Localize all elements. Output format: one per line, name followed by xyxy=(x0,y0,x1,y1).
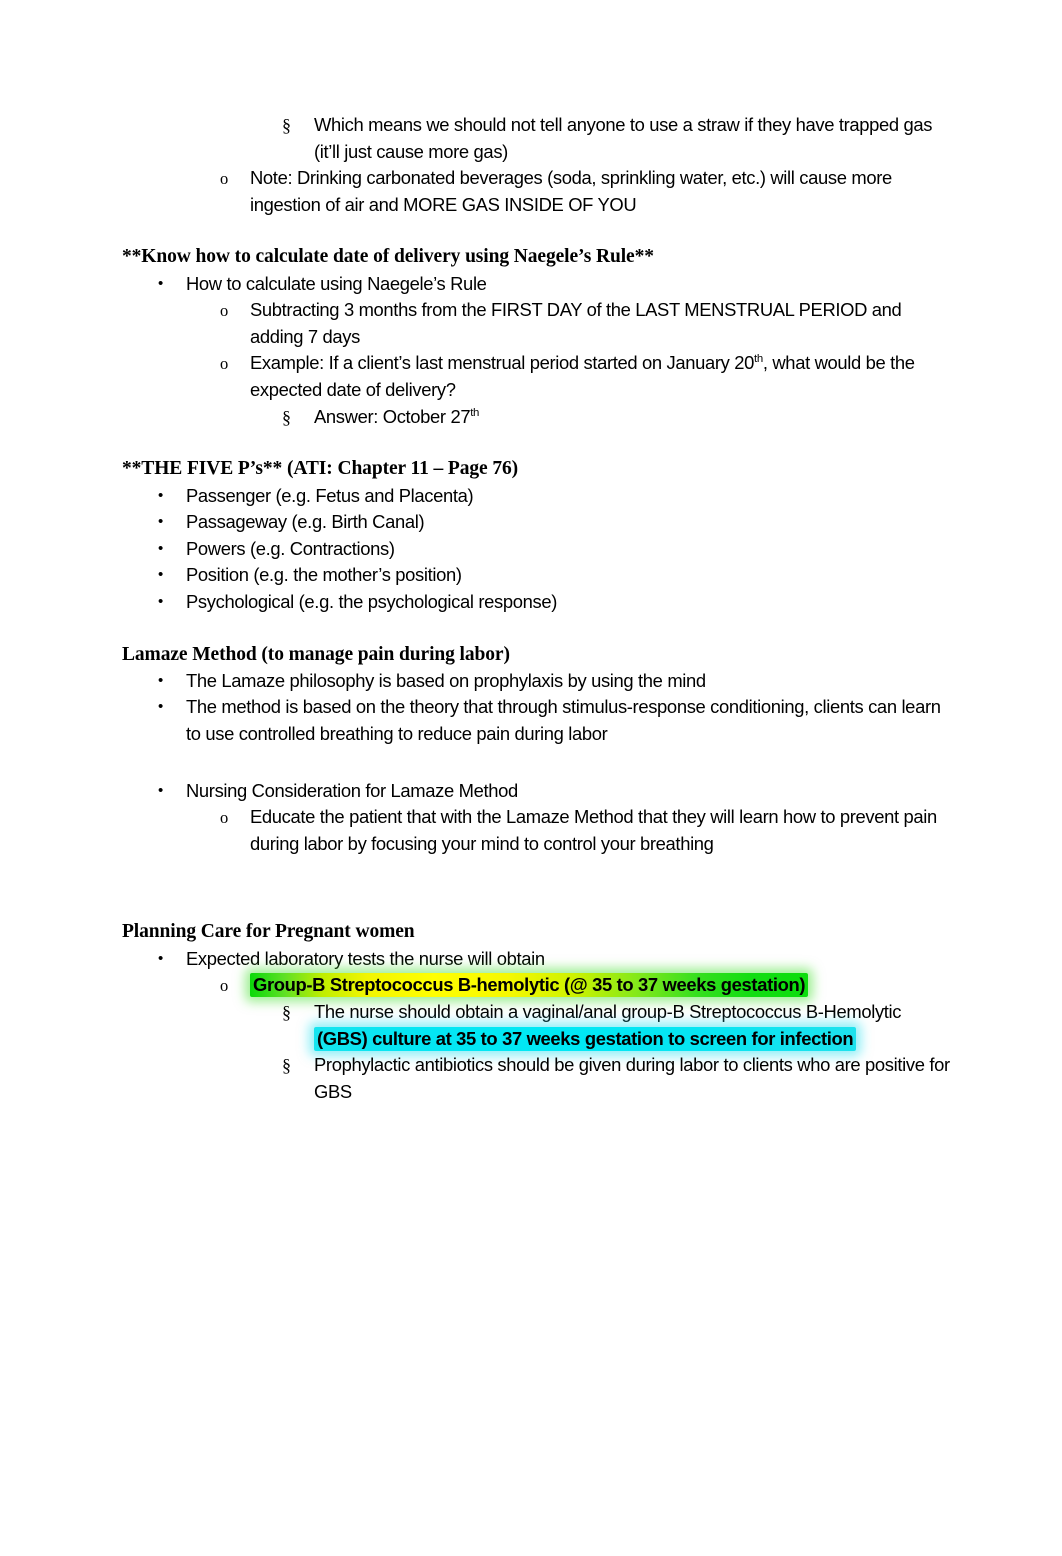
list-item: o Educate the patient that with the Lama… xyxy=(122,804,952,857)
circle-marker: o xyxy=(220,808,228,828)
list-item-text: The nurse should obtain a vaginal/anal g… xyxy=(314,999,952,1052)
section-heading: Lamaze Method (to manage pain during lab… xyxy=(122,643,510,665)
text-part: The nurse should obtain a vaginal/anal g… xyxy=(314,1000,902,1022)
list-item-text: Educate the patient that with the Lamaze… xyxy=(250,806,937,854)
bullet-marker: • xyxy=(158,513,163,531)
bullet-marker: • xyxy=(158,539,163,557)
bullet-marker: • xyxy=(158,566,163,584)
circle-marker: o xyxy=(220,354,228,374)
list-item-highlighted: § The nurse should obtain a vaginal/anal… xyxy=(122,999,952,1052)
section-heading: **THE FIVE P’s** (ATI: Chapter 11 – Page… xyxy=(122,458,519,480)
list-item: o Subtracting 3 months from the FIRST DA… xyxy=(122,297,952,350)
ordinal-suffix: th xyxy=(470,406,480,419)
block-five-ps: **THE FIVE P’s** (ATI: Chapter 11 – Page… xyxy=(122,456,952,615)
list-item: • Powers (e.g. Contractions) xyxy=(122,536,952,563)
bullet-marker: • xyxy=(158,592,163,610)
circle-marker: o xyxy=(220,301,228,321)
list-item-text: The Lamaze philosophy is based on prophy… xyxy=(186,669,706,691)
list-item-text: Group-B Streptococcus B-hemolytic (@ 35 … xyxy=(250,972,952,999)
list-item: § Which means we should not tell anyone … xyxy=(122,112,952,165)
highlight-green: Group-B Streptococcus B-hemolytic (@ 35 … xyxy=(250,973,809,998)
list-item-text: The method is based on the theory that t… xyxy=(186,696,941,745)
list-item-text: Passageway (e.g. Birth Canal) xyxy=(186,511,425,533)
list-item-text: Example: If a client’s last menstrual pe… xyxy=(250,350,952,403)
list-item-text: Expected laboratory tests the nurse will… xyxy=(186,947,545,969)
section-marker: § xyxy=(282,406,291,427)
list-item: o Example: If a client’s last menstrual … xyxy=(122,350,952,403)
list-item-text: Subtracting 3 months from the FIRST DAY … xyxy=(250,299,902,347)
list-item-text: Note: Drinking carbonated beverages (sod… xyxy=(250,167,892,215)
list-item: • The Lamaze philosophy is based on prop… xyxy=(122,668,952,695)
block-straw-note: § Which means we should not tell anyone … xyxy=(122,112,952,218)
section-heading: **Know how to calculate date of delivery… xyxy=(122,246,654,268)
section-heading: Planning Care for Pregnant women xyxy=(122,921,415,943)
list-item-text: How to calculate using Naegele’s Rule xyxy=(186,272,487,294)
ordinal-suffix: th xyxy=(754,353,763,366)
list-item: • Psychological (e.g. the psychological … xyxy=(122,589,952,616)
section-marker: § xyxy=(282,115,291,135)
bullet-marker: • xyxy=(158,274,163,292)
highlight-cyan: (GBS) culture at 35 to 37 weeks gestatio… xyxy=(314,1026,857,1051)
section-marker: § xyxy=(282,1001,291,1022)
text-part: Example: If a client’s last menstrual pe… xyxy=(250,352,755,374)
list-item-text: Passenger (e.g. Fetus and Placenta) xyxy=(186,484,474,506)
list-item-text: Nursing Consideration for Lamaze Method xyxy=(186,779,518,801)
bullet-marker: • xyxy=(158,781,163,799)
bullet-marker: • xyxy=(158,698,163,716)
list-item: • Passenger (e.g. Fetus and Placenta) xyxy=(122,483,952,510)
document-page: § Which means we should not tell anyone … xyxy=(0,0,1062,1556)
list-item: • Nursing Consideration for Lamaze Metho… xyxy=(122,778,952,805)
block-planning-care: Planning Care for Pregnant women • Expec… xyxy=(122,919,952,1105)
list-item: o Note: Drinking carbonated beverages (s… xyxy=(122,165,952,218)
list-item-text: Position (e.g. the mother’s position) xyxy=(186,564,462,586)
list-item: • Expected laboratory tests the nurse wi… xyxy=(122,946,952,973)
list-item-highlighted: o Group-B Streptococcus B-hemolytic (@ 3… xyxy=(122,972,952,999)
document-body: § Which means we should not tell anyone … xyxy=(122,112,952,1105)
list-item-text: Which means we should not tell anyone to… xyxy=(314,114,933,162)
list-item-text: Prophylactic antibiotics should be given… xyxy=(314,1054,950,1102)
list-item-text: Answer: October 27th xyxy=(314,404,952,431)
list-item: • The method is based on the theory that… xyxy=(122,694,952,747)
list-item-text: Psychological (e.g. the psychological re… xyxy=(186,590,557,612)
text-part: Answer: October 27 xyxy=(314,405,471,427)
list-item: • Passageway (e.g. Birth Canal) xyxy=(122,509,952,536)
circle-marker: o xyxy=(220,169,228,189)
list-item-text: Powers (e.g. Contractions) xyxy=(186,537,395,559)
list-item: § Answer: October 27th xyxy=(122,404,952,431)
block-naegele: **Know how to calculate date of delivery… xyxy=(122,244,952,430)
list-item: § Prophylactic antibiotics should be giv… xyxy=(122,1052,952,1105)
list-item: • How to calculate using Naegele’s Rule xyxy=(122,271,952,298)
section-marker: § xyxy=(282,1055,291,1076)
list-item: • Position (e.g. the mother’s position) xyxy=(122,562,952,589)
bullet-marker: • xyxy=(158,949,163,967)
bullet-marker: • xyxy=(158,671,163,689)
block-lamaze: Lamaze Method (to manage pain during lab… xyxy=(122,642,952,858)
bullet-marker: • xyxy=(158,486,163,504)
circle-marker: o xyxy=(220,976,228,996)
